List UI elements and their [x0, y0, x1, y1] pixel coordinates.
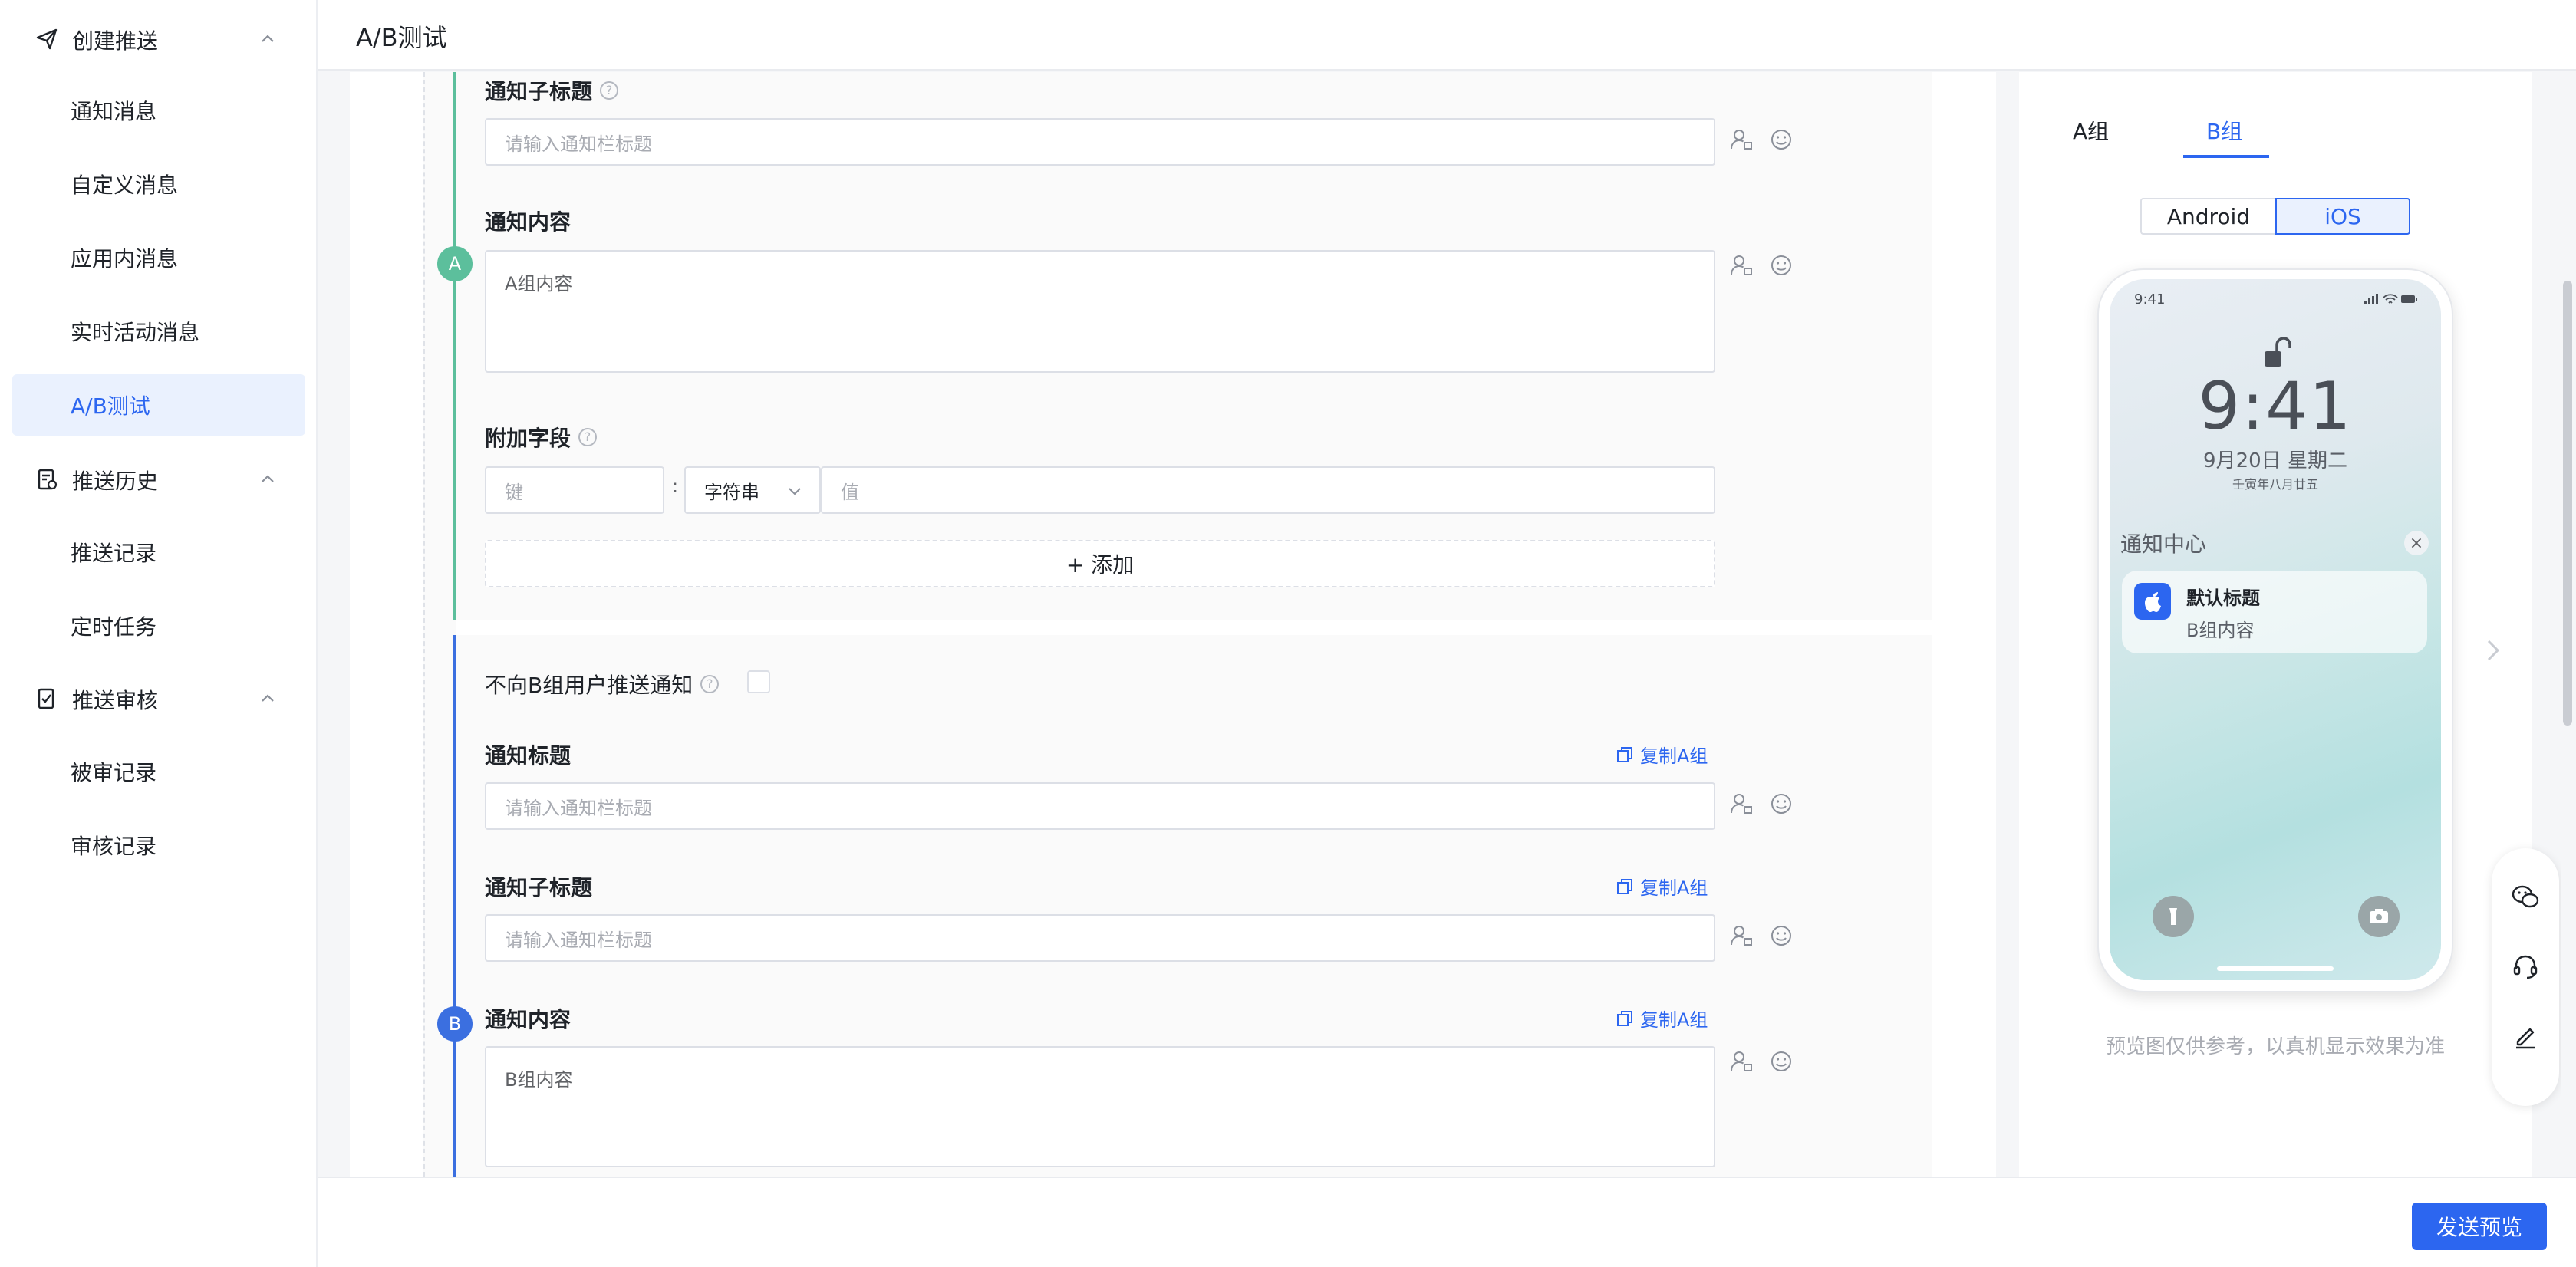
platform-ios-toggle[interactable]: iOS: [2275, 198, 2410, 235]
copy-icon: [1617, 878, 1632, 894]
chevron-right-icon[interactable]: [2482, 637, 2504, 664]
copy-group-a-link[interactable]: 复制A组: [1616, 873, 1708, 900]
emoji-icon[interactable]: [1769, 1049, 1794, 1074]
apple-icon: [2145, 592, 2161, 612]
copy-icon: [1617, 1010, 1632, 1026]
group-b-title-label: 通知标题: [485, 743, 572, 768]
help-icon[interactable]: ?: [578, 428, 598, 446]
sidebar-item-audit-records[interactable]: 审核记录: [12, 814, 305, 876]
group-a-subtitle-label: 通知子标题?: [485, 75, 619, 106]
add-field-button[interactable]: + 添加: [485, 540, 1715, 587]
page-header: A/B测试: [318, 0, 2576, 71]
sidebar-item-live-activity[interactable]: 实时活动消息: [12, 301, 305, 362]
group-a-content-textarea[interactable]: A组内容: [485, 250, 1715, 373]
wechat-icon[interactable]: [2510, 882, 2541, 913]
group-b-content-textarea[interactable]: B组内容: [485, 1046, 1715, 1167]
sidebar-item-scheduled-tasks[interactable]: 定时任务: [12, 595, 305, 657]
extra-type-select[interactable]: 字符串: [684, 466, 821, 514]
notification-center-title: 通知中心: [2120, 531, 2207, 557]
preview-disclaimer: 预览图仅供参考，以真机显示效果为准: [2105, 1035, 2445, 1058]
sidebar-item-ab-test[interactable]: A/B测试: [12, 374, 305, 436]
user-variable-icon[interactable]: [1729, 253, 1754, 278]
skip-group-b-checkbox[interactable]: [747, 670, 770, 693]
app-icon: [2134, 583, 2171, 620]
scrollbar-thumb[interactable]: [2563, 281, 2572, 726]
lock-screen-date: 9月20日 星期二: [2203, 449, 2347, 472]
group-b-rail: [453, 635, 456, 1176]
nav-group-label: 创建推送: [72, 28, 159, 54]
notification-body: B组内容: [2186, 620, 2255, 641]
review-doc-icon: [38, 688, 54, 709]
history-doc-icon: [38, 469, 58, 490]
nav-group-create-push[interactable]: 创建推送: [0, 5, 318, 75]
chevron-up-icon[interactable]: [259, 471, 276, 488]
sidebar-item-notification[interactable]: 通知消息: [12, 80, 305, 141]
group-b-badge: B: [437, 1006, 473, 1042]
unlock-icon: [2265, 337, 2291, 367]
group-separator: [456, 620, 1932, 635]
status-bar-time: 9:41: [2134, 291, 2166, 308]
active-tab-indicator: [2183, 155, 2269, 158]
footer-bar: [318, 1176, 2576, 1267]
lock-screen-lunar-date: 壬寅年八月廿五: [2232, 477, 2318, 492]
copy-group-a-link[interactable]: 复制A组: [1616, 1005, 1708, 1032]
headset-icon[interactable]: [2510, 951, 2541, 982]
group-b-skip-label: 不向B组用户推送通知?: [485, 669, 720, 699]
group-a-subtitle-input[interactable]: 请输入通知栏标题: [485, 118, 1715, 166]
chevron-up-icon[interactable]: [259, 31, 276, 48]
camera-icon: [2358, 896, 2400, 937]
platform-android-toggle[interactable]: Android: [2140, 198, 2275, 235]
divider: [423, 72, 425, 1176]
chevron-down-icon: [789, 488, 801, 495]
copy-group-a-link[interactable]: 复制A组: [1616, 741, 1708, 768]
extra-value-input[interactable]: 值: [821, 466, 1715, 514]
nav-group-label: 推送审核: [72, 688, 159, 713]
group-b-subtitle-input[interactable]: 请输入通知栏标题: [485, 914, 1715, 962]
help-icon[interactable]: ?: [700, 675, 720, 693]
emoji-icon[interactable]: [1769, 923, 1794, 948]
home-indicator: [2217, 966, 2334, 971]
sidebar-item-in-app-message[interactable]: 应用内消息: [12, 227, 305, 288]
group-a-extra-label: 附加字段?: [485, 422, 598, 452]
nav-group-push-review[interactable]: 推送审核: [0, 664, 318, 735]
sidebar: 创建推送 通知消息 自定义消息 应用内消息 实时活动消息 A/B测试 推送历史 …: [0, 0, 318, 1267]
emoji-icon[interactable]: [1769, 253, 1794, 278]
emoji-icon[interactable]: [1769, 127, 1794, 152]
send-icon: [36, 28, 58, 50]
page-title: A/B测试: [356, 23, 447, 52]
user-variable-icon[interactable]: [1729, 127, 1754, 152]
sidebar-item-custom-message[interactable]: 自定义消息: [12, 153, 305, 215]
emoji-icon[interactable]: [1769, 791, 1794, 816]
flashlight-icon: [2153, 896, 2194, 937]
group-a-rail: [453, 72, 456, 620]
user-variable-icon[interactable]: [1729, 923, 1754, 948]
tab-group-a[interactable]: A组: [2073, 115, 2109, 146]
nav-group-label: 推送历史: [72, 469, 159, 494]
group-b-content-label: 通知内容: [485, 1007, 572, 1032]
sidebar-item-push-records[interactable]: 推送记录: [12, 522, 305, 583]
help-icon[interactable]: ?: [600, 81, 619, 100]
edit-icon[interactable]: [2510, 1020, 2541, 1051]
notification-title: 默认标题: [2186, 587, 2260, 609]
group-b-title-input[interactable]: 请输入通知栏标题: [485, 782, 1715, 830]
send-preview-button[interactable]: 发送预览: [2412, 1203, 2547, 1250]
chevron-up-icon[interactable]: [259, 690, 276, 707]
user-variable-icon[interactable]: [1729, 791, 1754, 816]
user-variable-icon[interactable]: [1729, 1049, 1754, 1074]
status-bar-icons: [2364, 294, 2417, 304]
key-value-colon: :: [672, 476, 679, 497]
group-b-subtitle-label: 通知子标题: [485, 875, 593, 900]
extra-key-input[interactable]: 键: [485, 466, 664, 514]
tab-group-b[interactable]: B组: [2206, 115, 2242, 146]
sidebar-item-reviewed-records[interactable]: 被审记录: [12, 741, 305, 802]
group-a-content-label: 通知内容: [485, 209, 572, 235]
copy-icon: [1617, 746, 1632, 762]
group-a-badge: A: [437, 246, 473, 281]
nav-group-push-history[interactable]: 推送历史: [0, 445, 318, 515]
lock-screen-time: 9:41: [2198, 368, 2353, 445]
close-icon[interactable]: ×: [2404, 531, 2429, 555]
